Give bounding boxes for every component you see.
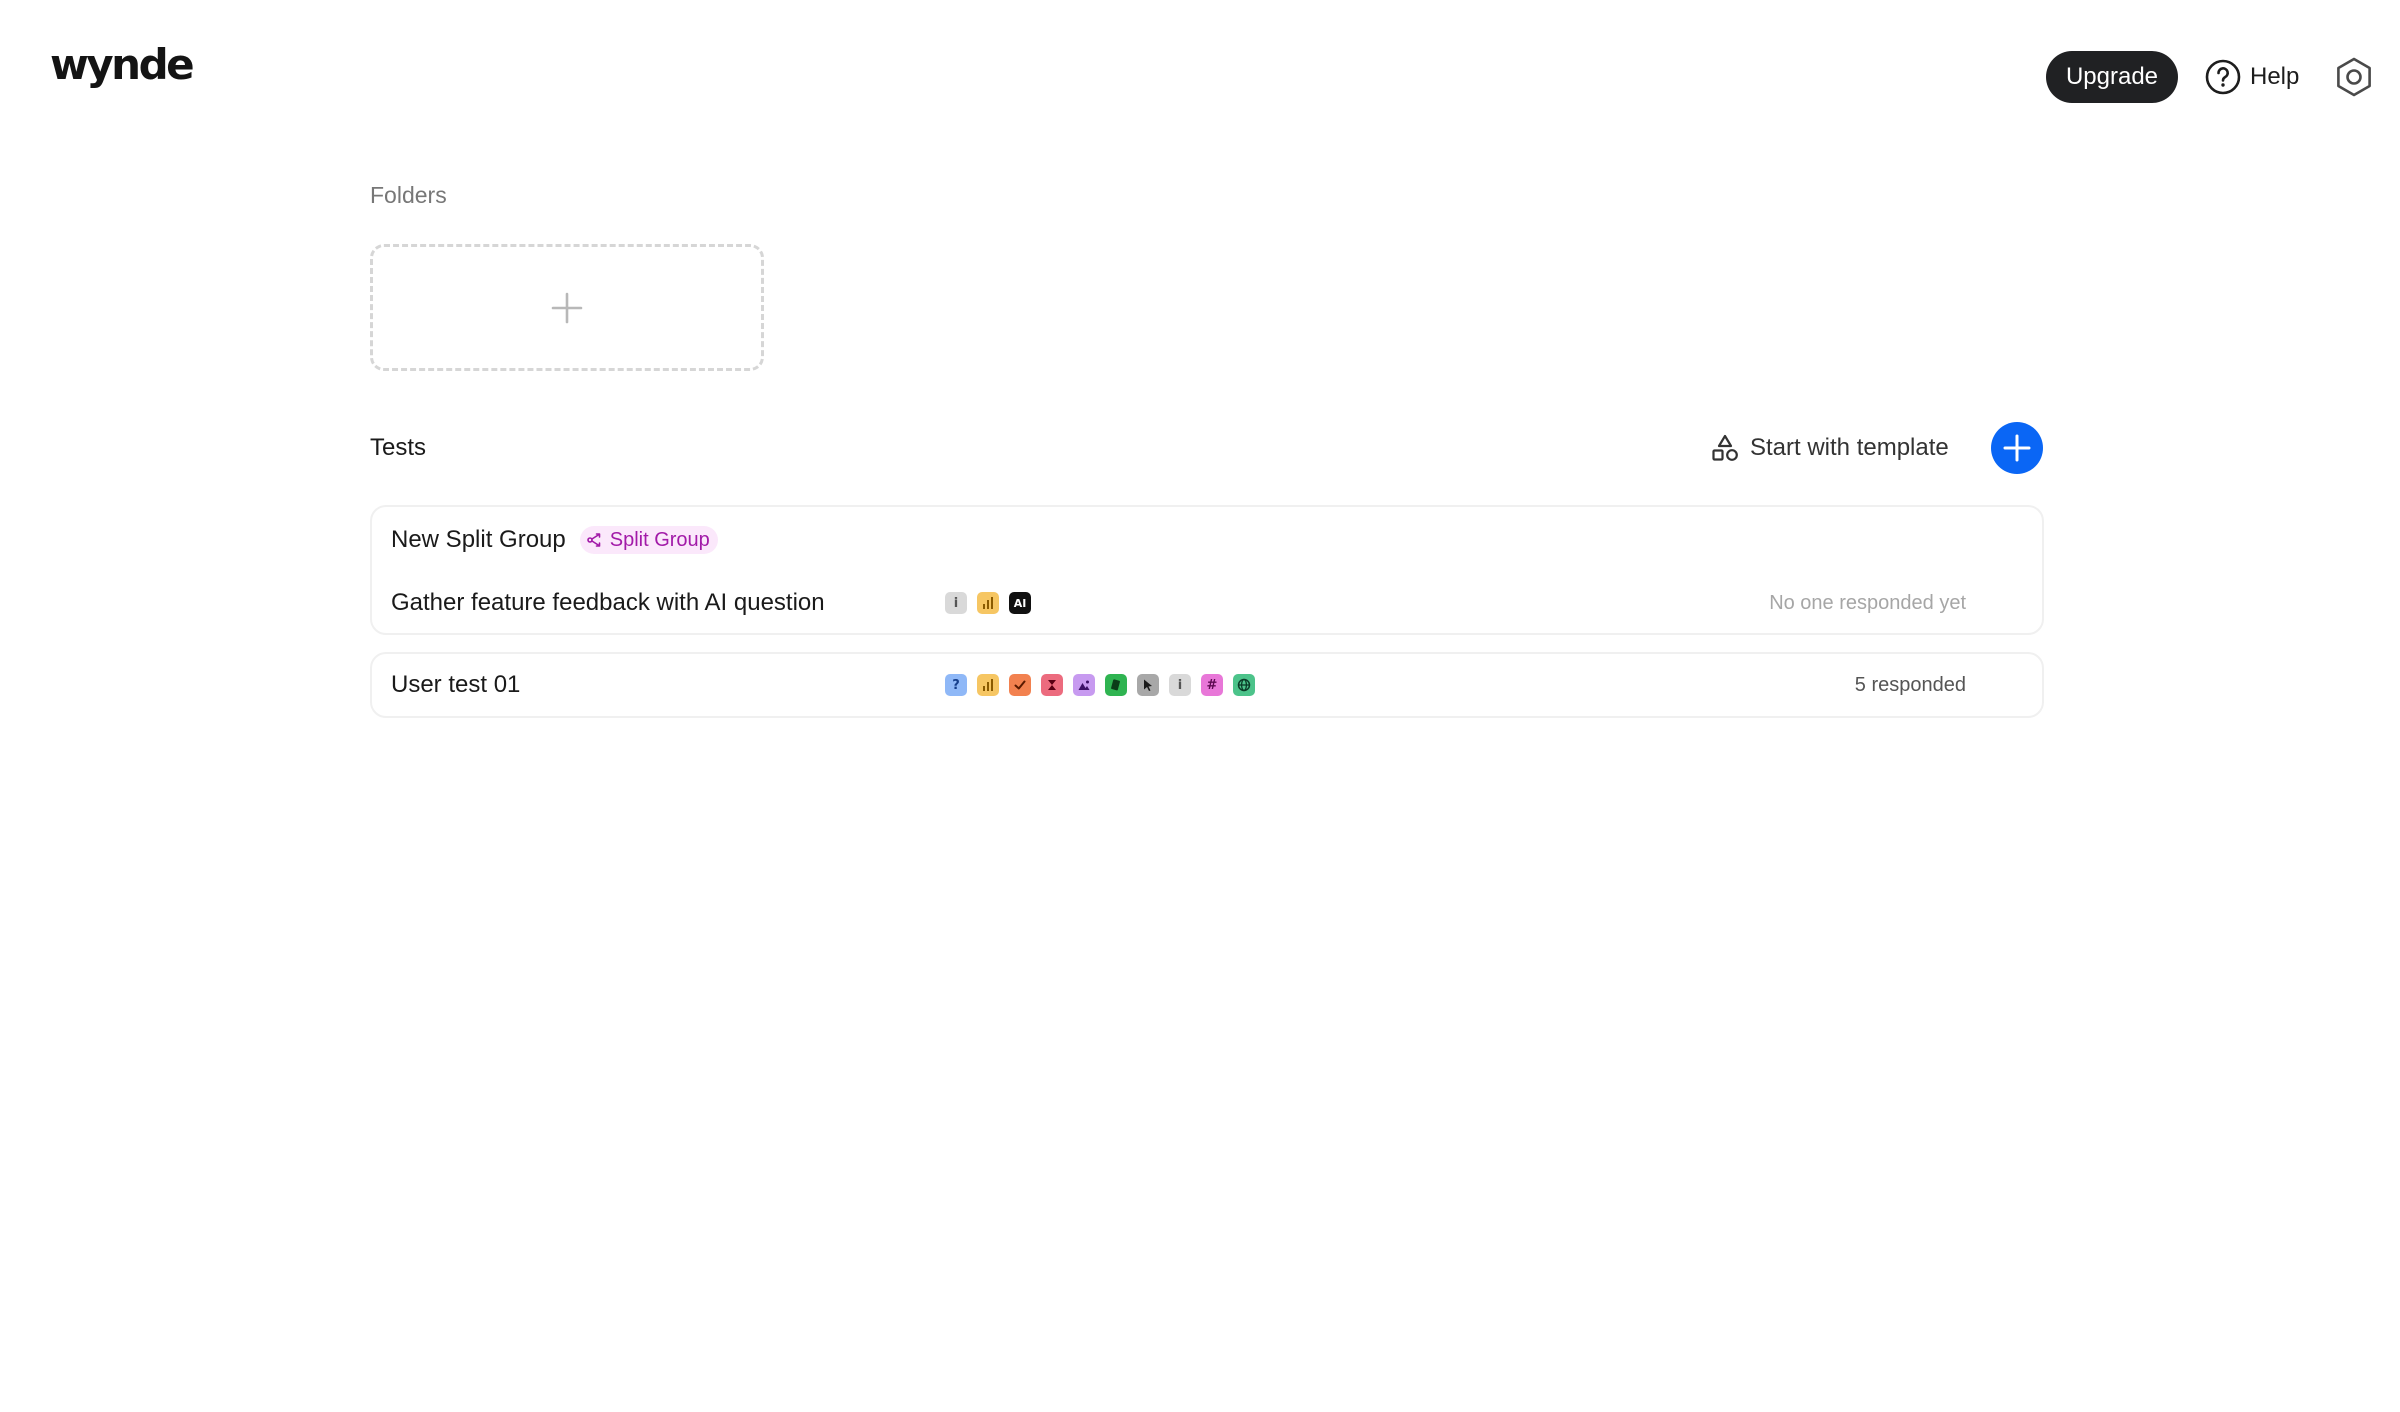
bar-chart-icon	[977, 592, 999, 614]
test-name[interactable]: User test 01	[391, 671, 520, 699]
bar-chart-icon	[977, 674, 999, 696]
cursor-icon	[1137, 674, 1159, 696]
info-icon: i	[1169, 674, 1191, 696]
question-icon: ?	[945, 674, 967, 696]
help-label: Help	[2250, 63, 2300, 90]
split-group-card[interactable]: New Split Group Split Group Gather featu…	[370, 505, 2044, 635]
globe-icon	[1233, 674, 1255, 696]
shapes-icon	[1712, 434, 1738, 461]
add-folder-button[interactable]	[370, 244, 764, 371]
wynde-logo[interactable]: wynde	[50, 44, 195, 86]
checkmark-icon	[1009, 674, 1031, 696]
block-icons: ? i #	[945, 674, 1255, 696]
test-name[interactable]: Gather feature feedback with AI question	[391, 589, 825, 617]
help-button[interactable]: Help	[2204, 57, 2299, 97]
test-row[interactable]: User test 01 ? i # 5 responded	[372, 665, 2042, 705]
upgrade-button[interactable]: Upgrade	[2046, 51, 2178, 103]
response-status: No one responded yet	[1769, 591, 1966, 614]
folders-label: Folders	[370, 182, 447, 208]
hashtag-icon: #	[1201, 674, 1223, 696]
split-icon	[586, 533, 601, 547]
add-test-button[interactable]	[1991, 422, 2043, 474]
start-with-template-button[interactable]: Start with template	[1710, 430, 1949, 466]
split-group-badge: Split Group	[579, 526, 718, 554]
test-card[interactable]: User test 01 ? i # 5 responded	[370, 652, 2044, 718]
tests-title: Tests	[370, 434, 427, 461]
plus-icon	[2003, 434, 2031, 462]
ai-icon: AI	[1009, 592, 1031, 614]
plus-icon	[551, 292, 583, 323]
block-icons: i AI	[945, 592, 1031, 614]
badge-label: Split Group	[609, 528, 710, 551]
group-name[interactable]: New Split Group	[391, 526, 566, 554]
settings-hexagon-icon	[2337, 57, 2371, 97]
info-icon: i	[945, 592, 967, 614]
template-label: Start with template	[1750, 434, 1949, 461]
settings-button[interactable]	[2333, 56, 2375, 98]
group-header: New Split Group Split Group	[391, 526, 718, 554]
image-icon	[1073, 674, 1095, 696]
test-row[interactable]: Gather feature feedback with AI question…	[372, 583, 2042, 623]
card-sort-icon	[1105, 674, 1127, 696]
response-status: 5 responded	[1854, 673, 1966, 696]
help-circle-icon	[2205, 59, 2241, 95]
hourglass-icon	[1041, 674, 1063, 696]
